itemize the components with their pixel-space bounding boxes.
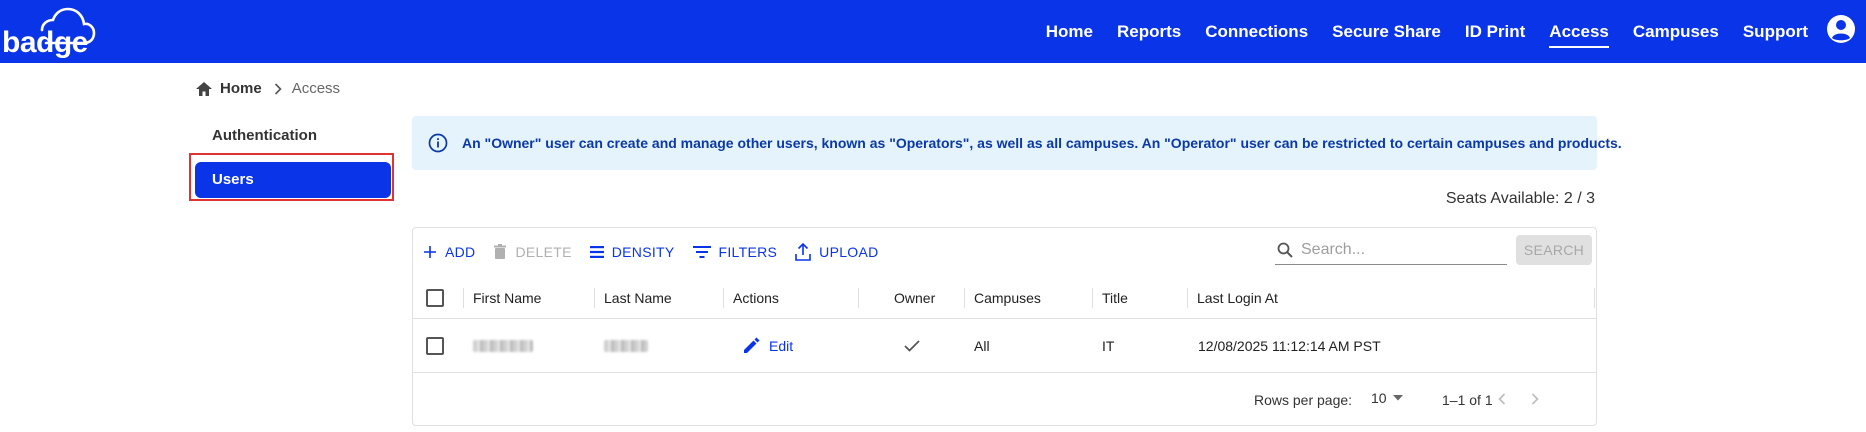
rows-per-page-select[interactable]: 10 bbox=[1371, 390, 1403, 406]
nav-home[interactable]: Home bbox=[1046, 0, 1093, 63]
column-header-actions[interactable]: Actions bbox=[733, 277, 779, 318]
column-header-owner[interactable]: Owner bbox=[894, 277, 935, 318]
edit-button[interactable]: Edit bbox=[743, 337, 793, 354]
delete-button-label: DELETE bbox=[515, 244, 572, 260]
users-data-grid: ADD DELETE DENSITY FILTERS UPLOAD Search… bbox=[412, 227, 1597, 426]
home-icon bbox=[196, 81, 212, 96]
add-button-label: ADD bbox=[445, 244, 476, 260]
plus-icon bbox=[424, 246, 436, 258]
filters-button-label: FILTERS bbox=[718, 244, 778, 260]
column-separator[interactable] bbox=[1594, 288, 1595, 308]
column-separator[interactable] bbox=[1092, 288, 1093, 308]
info-icon bbox=[428, 133, 448, 153]
search-icon bbox=[1277, 242, 1293, 258]
redacted-first-name bbox=[473, 339, 533, 352]
rows-per-page-value: 10 bbox=[1371, 390, 1387, 406]
cell-title: IT bbox=[1102, 337, 1115, 354]
top-app-bar: badge Home Reports Connections Secure Sh… bbox=[0, 0, 1866, 63]
nav-reports[interactable]: Reports bbox=[1117, 0, 1181, 63]
column-separator[interactable] bbox=[964, 288, 965, 308]
delete-button[interactable]: DELETE bbox=[493, 244, 571, 260]
row-select-cell bbox=[426, 319, 444, 372]
density-button[interactable]: DENSITY bbox=[589, 244, 675, 260]
next-page-button[interactable] bbox=[1523, 387, 1547, 411]
chevron-right-icon bbox=[274, 82, 282, 95]
column-header-campuses[interactable]: Campuses bbox=[974, 277, 1041, 318]
nav-access[interactable]: Access bbox=[1549, 0, 1609, 63]
density-button-label: DENSITY bbox=[611, 244, 675, 260]
column-header-last-login[interactable]: Last Login At bbox=[1197, 277, 1278, 318]
cell-actions: Edit bbox=[743, 319, 793, 372]
column-header-first-name[interactable]: First Name bbox=[473, 277, 541, 318]
redacted-last-name bbox=[604, 339, 648, 352]
filters-button[interactable]: FILTERS bbox=[692, 244, 778, 260]
nav-support[interactable]: Support bbox=[1743, 0, 1808, 63]
rows-per-page-label: Rows per page: bbox=[1254, 392, 1353, 408]
check-icon bbox=[904, 339, 920, 352]
logo-text: badge bbox=[2, 26, 88, 59]
previous-page-button[interactable] bbox=[1490, 387, 1514, 411]
cell-last-name bbox=[604, 319, 648, 372]
breadcrumb-home-label: Home bbox=[220, 80, 262, 97]
side-item-authentication[interactable]: Authentication bbox=[195, 118, 391, 154]
cell-last-login: 12/08/2025 11:12:14 AM PST bbox=[1198, 337, 1381, 354]
breadcrumb-home[interactable]: Home bbox=[196, 80, 262, 97]
edit-button-label: Edit bbox=[769, 337, 794, 354]
select-all-cell bbox=[426, 277, 444, 318]
search-input[interactable] bbox=[1301, 240, 1491, 259]
account-circle-icon[interactable] bbox=[1826, 14, 1856, 44]
upload-button-label: UPLOAD bbox=[819, 244, 879, 260]
info-banner-text: An "Owner" user can create and manage ot… bbox=[462, 135, 1622, 151]
column-separator[interactable] bbox=[723, 288, 724, 308]
cell-campuses: All bbox=[974, 337, 990, 354]
column-header-last-name[interactable]: Last Name bbox=[604, 277, 672, 318]
table-header-row: First Name Last Name Actions Owner Campu… bbox=[413, 277, 1596, 319]
upload-button[interactable]: UPLOAD bbox=[795, 243, 878, 261]
filter-list-icon bbox=[692, 246, 711, 258]
table-row[interactable]: Edit All IT 12/08/2025 11:12:14 AM PST bbox=[413, 319, 1596, 373]
search-field bbox=[1275, 235, 1507, 265]
select-all-checkbox[interactable] bbox=[426, 288, 444, 307]
add-button[interactable]: ADD bbox=[423, 244, 475, 260]
density-icon bbox=[589, 246, 604, 258]
search-button[interactable]: SEARCH bbox=[1516, 235, 1592, 265]
seats-available: Seats Available: 2 / 3 bbox=[1445, 190, 1595, 207]
table-pagination: Rows per page: 10 1–1 of 1 bbox=[413, 373, 1596, 425]
nav-connections[interactable]: Connections bbox=[1205, 0, 1308, 63]
grid-toolbar: ADD DELETE DENSITY FILTERS UPLOAD bbox=[423, 240, 897, 264]
pencil-icon bbox=[744, 337, 760, 353]
chevron-right-icon bbox=[1531, 393, 1539, 405]
chevron-left-icon bbox=[1498, 393, 1506, 405]
column-separator[interactable] bbox=[463, 288, 464, 308]
column-separator[interactable] bbox=[858, 288, 859, 308]
column-separator[interactable] bbox=[594, 288, 595, 308]
nav-campuses[interactable]: Campuses bbox=[1633, 0, 1719, 63]
pagination-range: 1–1 of 1 bbox=[1442, 392, 1493, 408]
column-header-title[interactable]: Title bbox=[1102, 277, 1128, 318]
column-separator[interactable] bbox=[1187, 288, 1188, 308]
trash-icon bbox=[494, 244, 507, 259]
breadcrumb-current: Access bbox=[291, 80, 341, 97]
main-nav: Home Reports Connections Secure Share ID… bbox=[1022, 0, 1808, 63]
nav-id-print[interactable]: ID Print bbox=[1465, 0, 1525, 63]
cell-first-name bbox=[473, 319, 533, 372]
row-checkbox[interactable] bbox=[426, 336, 444, 355]
cell-owner bbox=[904, 319, 920, 372]
upload-icon bbox=[795, 243, 811, 261]
nav-secure-share[interactable]: Secure Share bbox=[1332, 0, 1441, 63]
breadcrumb: Home Access bbox=[196, 80, 340, 97]
info-banner: An "Owner" user can create and manage ot… bbox=[412, 116, 1622, 170]
highlight-box bbox=[189, 153, 394, 201]
caret-down-icon bbox=[1392, 395, 1403, 401]
badge-logo[interactable]: badge bbox=[2, 6, 114, 59]
